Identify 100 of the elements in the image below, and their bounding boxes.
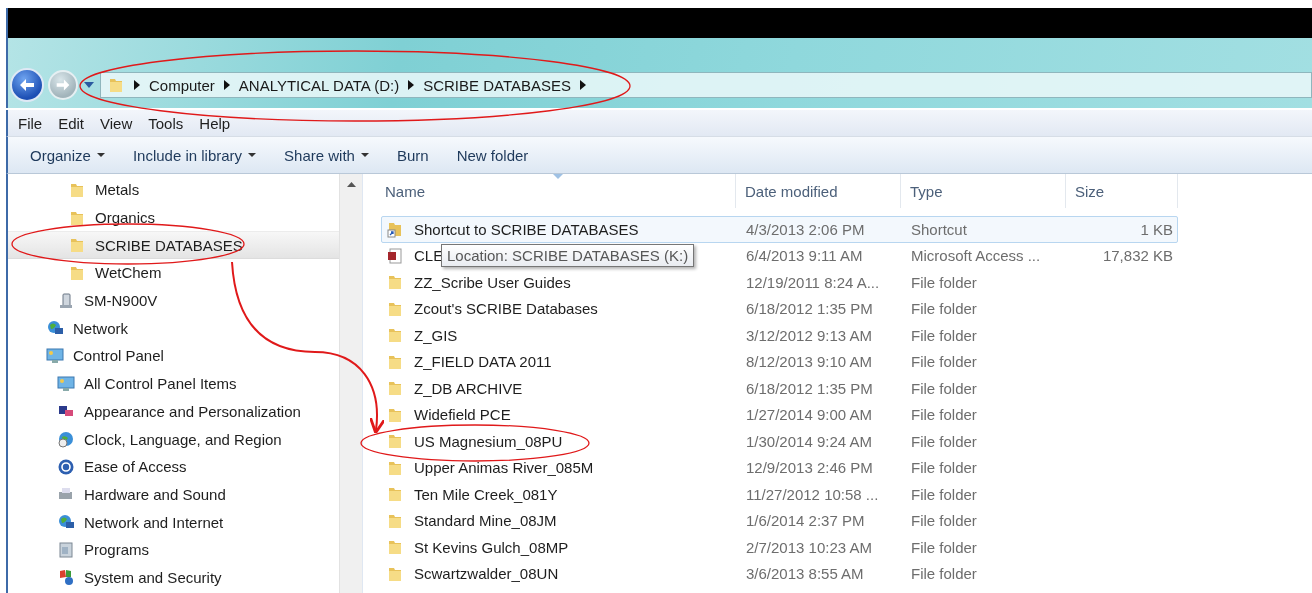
folder-icon (107, 76, 125, 94)
breadcrumb-arrow-icon[interactable] (580, 80, 586, 90)
panel-icon (46, 346, 64, 365)
table-cell-text: 6/18/2012 1:35 PM (745, 379, 874, 397)
table-cell-text: File folder (910, 406, 978, 424)
table-cell-text: 1/6/2014 2:37 PM (745, 512, 866, 530)
table-cell-text: 17,832 KB (1101, 247, 1174, 265)
breadcrumb-arrow-icon[interactable] (223, 80, 230, 90)
menu-item[interactable]: Edit (58, 114, 85, 132)
folder-icon (386, 485, 404, 504)
clock-icon (57, 430, 75, 449)
column-header[interactable]: Size (1066, 174, 1178, 208)
nav-item[interactable]: SCRIBE DATABASES (8, 231, 339, 260)
table-cell-text: File folder (910, 512, 978, 530)
table-cell-text: 12/9/2013 2:46 PM (745, 459, 874, 477)
breadcrumb-arrow-icon[interactable] (408, 80, 415, 90)
table-cell-text: 12/19/2011 8:24 A... (745, 273, 881, 291)
file-name[interactable]: CLE (414, 247, 444, 265)
file-name[interactable]: Scwartzwalder_08UN (414, 565, 559, 583)
shortcut-icon (386, 220, 404, 239)
folder-icon (386, 326, 404, 345)
nav-item[interactable]: System and Security (8, 563, 339, 592)
table-cell-text: File folder (910, 565, 978, 583)
nav-item[interactable]: Hardware and Sound (8, 480, 339, 509)
table-cell-text: File folder (910, 300, 978, 318)
table-cell-text: 6/18/2012 1:35 PM (745, 300, 874, 318)
table-cell-text: File folder (910, 485, 978, 503)
table-cell-text: File folder (910, 432, 978, 450)
folder-icon (386, 538, 404, 557)
folder-icon (386, 273, 404, 292)
breadcrumb-arrow-icon[interactable] (134, 80, 140, 90)
file-name[interactable]: Z_FIELD DATA 2011 (414, 353, 552, 371)
breadcrumb[interactable]: ANALYTICAL DATA (D:) (238, 76, 400, 94)
panel-icon (57, 374, 75, 393)
nav-item[interactable]: Network and Internet (8, 508, 339, 536)
table-cell-text: 8/12/2013 9:10 AM (745, 353, 873, 371)
toolbar-button[interactable]: New folder (446, 142, 539, 168)
toolbar-button[interactable]: Include in library (122, 142, 267, 168)
file-name[interactable]: US Magnesium_08PU (414, 432, 563, 450)
table-cell-text: File folder (910, 353, 978, 371)
column-header[interactable]: Type (901, 174, 1066, 208)
table-cell-text: File folder (910, 326, 978, 344)
nav-item[interactable]: Organics (8, 203, 339, 232)
nav-item[interactable]: Appearance and Personalization (8, 397, 339, 426)
security-icon (57, 568, 75, 587)
tooltip: Location: SCRIBE DATABASES (K:) (441, 244, 695, 267)
file-name[interactable]: Widefield PCE (414, 406, 511, 424)
history-caret-icon[interactable] (84, 82, 94, 88)
nav-item[interactable]: Control Panel (8, 342, 339, 370)
selected-file-row[interactable]: Shortcut to SCRIBE DATABASES 4/3/2013 2:06 PM Shortcut 1 KB (381, 216, 1178, 243)
folder-icon (68, 236, 86, 255)
nav-item[interactable]: Programs (8, 535, 339, 564)
nav-item[interactable]: All Control Panel Items (8, 369, 339, 398)
table-cell-text: 11/27/2012 10:58 ... (745, 485, 880, 503)
menu-item[interactable]: Tools (148, 114, 184, 132)
device-icon (57, 291, 75, 310)
table-cell-text: 4/3/2013 2:06 PM (745, 220, 866, 238)
folder-icon (386, 379, 404, 398)
nav-item[interactable]: SM-N900V (8, 286, 339, 315)
file-name[interactable]: Ten Mile Creek_081Y (414, 485, 558, 503)
table-cell-text: 1/27/2014 9:00 AM (745, 406, 873, 424)
menu-item[interactable]: File (18, 114, 43, 132)
table-cell-text: File folder (910, 379, 978, 397)
file-name[interactable]: Upper Animas River_085M (414, 459, 594, 477)
nav-item[interactable]: WetChem (8, 259, 339, 287)
breadcrumb[interactable]: SCRIBE DATABASES (423, 76, 571, 94)
menu-item[interactable]: View (100, 114, 133, 132)
file-name[interactable]: Shortcut to SCRIBE DATABASES (414, 220, 639, 238)
file-name[interactable]: Zcout's SCRIBE Databases (414, 300, 598, 318)
nav-item[interactable]: Network (8, 314, 339, 343)
back-button[interactable] (10, 68, 44, 102)
file-name[interactable]: Z_GIS (414, 326, 458, 344)
table-cell-text: 6/4/2013 9:11 AM (745, 247, 864, 265)
table-cell-text: 2/7/2013 10:23 AM (745, 538, 873, 556)
file-name[interactable]: Z_DB ARCHIVE (414, 379, 523, 397)
nav-item[interactable]: Ease of Access (8, 452, 339, 481)
column-header[interactable]: Name (381, 174, 736, 208)
toolbar-button[interactable]: Share with (274, 142, 379, 168)
file-name[interactable]: ZZ_Scribe User Guides (414, 273, 571, 291)
table-cell-text: Shortcut (910, 220, 968, 238)
table-cell-text: File folder (910, 538, 978, 556)
table-cell-text: 3/6/2013 8:55 AM (745, 565, 865, 583)
table-cell-text: File folder (910, 273, 978, 291)
file-name[interactable]: St Kevins Gulch_08MP (414, 538, 569, 556)
column-header[interactable]: Date modified (736, 174, 901, 208)
table-cell-text: 1 KB (1139, 220, 1174, 238)
programs-icon (57, 540, 75, 559)
table-cell-text: 1/30/2014 9:24 AM (745, 432, 873, 450)
nav-item[interactable]: Clock, Language, and Region (8, 425, 339, 453)
scrollbar[interactable] (339, 174, 363, 593)
address-bar[interactable]: Computer ANALYTICAL DATA (D:) SCRIBE DATABASES (100, 72, 1312, 98)
folder-icon (386, 432, 404, 451)
toolbar-button[interactable]: Burn (386, 142, 439, 168)
nav-item[interactable]: Metals (8, 176, 339, 204)
database-file-icon (386, 246, 404, 265)
toolbar-button[interactable]: Organize (20, 142, 115, 168)
scroll-up-arrow-icon[interactable] (346, 182, 356, 187)
menu-item[interactable]: Help (199, 114, 231, 132)
breadcrumb[interactable]: Computer (149, 76, 215, 94)
file-name[interactable]: Standard Mine_08JM (414, 512, 557, 530)
